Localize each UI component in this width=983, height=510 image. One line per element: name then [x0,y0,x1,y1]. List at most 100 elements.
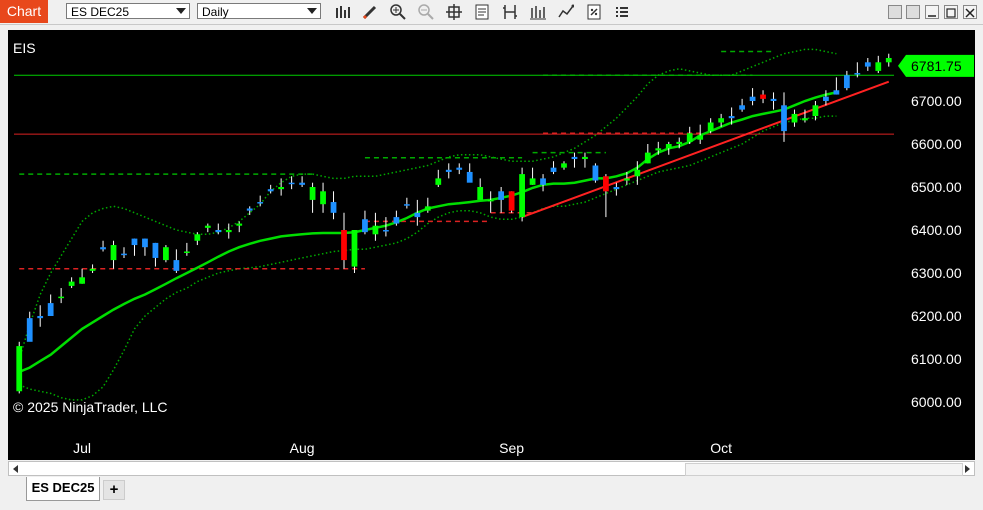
candle [68,277,75,289]
candle [58,288,65,304]
candle-body [246,208,253,211]
candle [236,221,243,233]
scroll-left-icon[interactable] [13,465,18,473]
last-price-tag-group: 6781.75 [898,54,974,77]
candle [372,212,379,241]
candle [508,191,515,213]
options-icon[interactable] [612,2,632,22]
candle-body [37,316,44,319]
candle-body [864,62,871,67]
candle [529,167,536,185]
period-selector[interactable]: Daily [197,3,321,19]
candle [16,341,23,394]
candle [225,223,232,239]
x-tick-label: Aug [290,440,315,456]
close-icon[interactable] [963,5,977,19]
add-tab-button[interactable]: + [103,480,125,500]
candle-body [257,202,264,204]
candle-body [194,234,201,241]
candle-body [456,167,463,170]
minimize-icon[interactable] [925,5,939,19]
indicators-icon[interactable] [500,2,520,22]
candle [770,92,777,110]
y-tick-label: 6600.00 [911,136,962,152]
candle-body [309,187,316,200]
candle [540,174,546,192]
candle-body [330,202,337,213]
candle [498,187,505,213]
candle [456,163,463,175]
candle [26,311,33,342]
price-chart[interactable]: 6700.00 6600.00 6500.00 6400.00 6300.00 6200.… [8,30,975,460]
draw-tool-icon[interactable] [360,2,380,22]
candle [142,238,148,256]
candle-body [68,281,75,286]
strategies-icon[interactable] [528,2,548,22]
candle [267,184,274,194]
candle-body [121,253,127,256]
candle-body [623,178,630,181]
always-on-top-icon[interactable] [906,5,920,19]
snap-icon[interactable] [888,5,902,19]
candle [393,210,400,226]
drawn-line-2[interactable] [521,80,890,219]
candle-body [508,191,515,211]
maximize-icon[interactable] [944,5,958,19]
candle-body [225,230,232,233]
candle-body [592,165,599,181]
chart-window-label[interactable]: Chart [0,0,48,23]
candle [215,223,222,235]
zoom-out-icon[interactable] [416,2,436,22]
candle [110,240,117,269]
bar-type-icon[interactable] [332,2,352,22]
bollinger-bands [18,48,837,401]
properties-icon[interactable] [584,2,604,22]
candle-body [278,187,285,190]
candle [791,109,798,127]
candle-body [183,251,190,253]
instrument-selector[interactable]: ES DEC25 [66,3,190,19]
candle-body [16,346,23,392]
candle [561,161,567,170]
y-tick-label: 6300.00 [911,265,962,281]
candle [173,249,180,273]
title-bar: Chart ES DEC25 Daily [0,0,983,25]
candle [163,245,169,263]
candle-body [152,242,159,258]
candle-body [603,176,609,192]
candle [885,53,892,67]
tab-es-dec25[interactable]: ES DEC25 [26,477,100,501]
candle [183,242,190,256]
zoom-in-icon[interactable] [388,2,408,22]
candle [571,152,578,168]
candle-body [341,230,347,261]
candle [152,242,159,267]
chart-trader-icon[interactable] [556,2,576,22]
candle-body [854,73,861,75]
candle-body [739,105,745,110]
candle-body [665,144,672,149]
candle-body [47,303,54,316]
scroll-thumb[interactable] [685,463,963,476]
horizontal-scrollbar[interactable] [8,461,975,476]
chart-panel[interactable]: 6700.00 6600.00 6500.00 6400.00 6300.00 6200.… [8,30,975,460]
candle [864,58,871,71]
candle [665,141,672,155]
scroll-right-icon[interactable] [965,465,970,473]
crosshair-icon[interactable] [444,2,464,22]
candle [466,163,473,183]
candle-body [466,171,473,183]
candle-body [529,178,536,185]
candles [16,53,892,394]
candle-body [173,260,180,271]
candle-body [749,96,756,101]
candle-body [582,156,588,160]
candle [89,264,96,273]
candle-body [885,58,892,63]
data-box-icon[interactable] [472,2,492,22]
candle-body [424,206,431,211]
candle-body [760,94,766,99]
candle-body [299,182,305,185]
y-tick-label: 6100.00 [911,351,962,367]
candle-body [655,148,662,151]
